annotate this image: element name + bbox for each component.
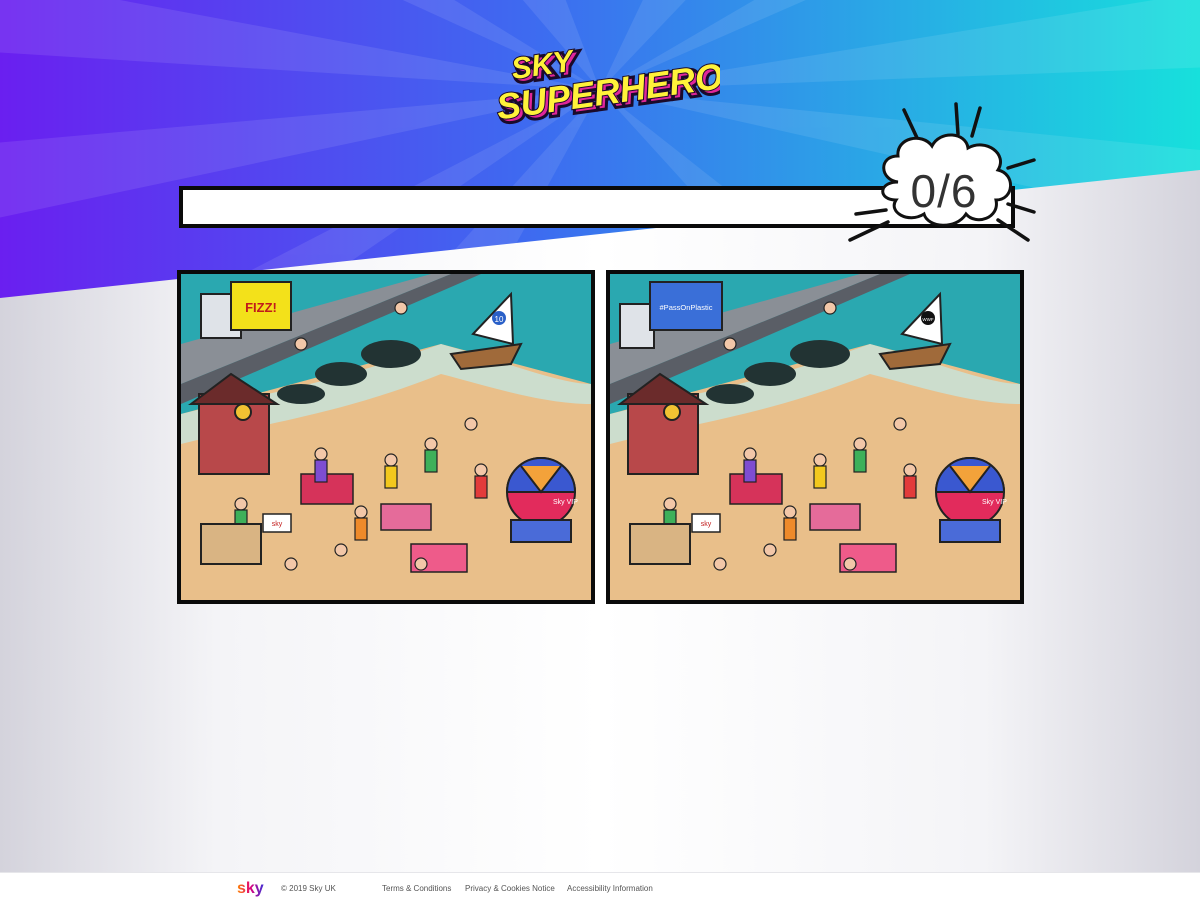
beach-scene-left[interactable]: FIZZ! 10 Sky VIP sky [181,274,591,600]
terms-link[interactable]: Terms & Conditions [382,884,451,893]
svg-text:sky: sky [237,880,264,897]
accessibility-link[interactable]: Accessibility Information [567,884,653,893]
umbrella-text-right: Sky VIP [982,499,1007,506]
beach-scene-right[interactable]: #PassOnPlastic WWF Sky VIP sky [610,274,1020,600]
sail-badge-text-right: WWF [922,317,933,322]
booth-sign-right: sky [701,521,712,528]
copyright-text: © 2019 Sky UK [281,884,336,893]
page-footer: sky © 2019 Sky UK Terms & Conditions Pri… [0,872,1200,904]
booth-sign-left: sky [272,521,283,528]
truck-sign-text-left: FIZZ! [245,300,277,315]
sky-superheroes-logo: SKY SKY SUPERHEROES SUPERHEROES [493,43,720,130]
found-counter: 0/6 [910,165,978,217]
privacy-cookies-link[interactable]: Privacy & Cookies Notice [465,884,555,893]
umbrella-text-left: Sky VIP [553,499,578,506]
spot-difference-image-left[interactable]: FIZZ! 10 Sky VIP sky [177,270,595,604]
truck-sign-text-right: #PassOnPlastic [660,303,713,312]
sky-logo-icon: sky [237,880,264,897]
spot-difference-image-right[interactable]: #PassOnPlastic WWF Sky VIP sky [606,270,1024,604]
sail-badge-text-left: 10 [495,315,504,324]
